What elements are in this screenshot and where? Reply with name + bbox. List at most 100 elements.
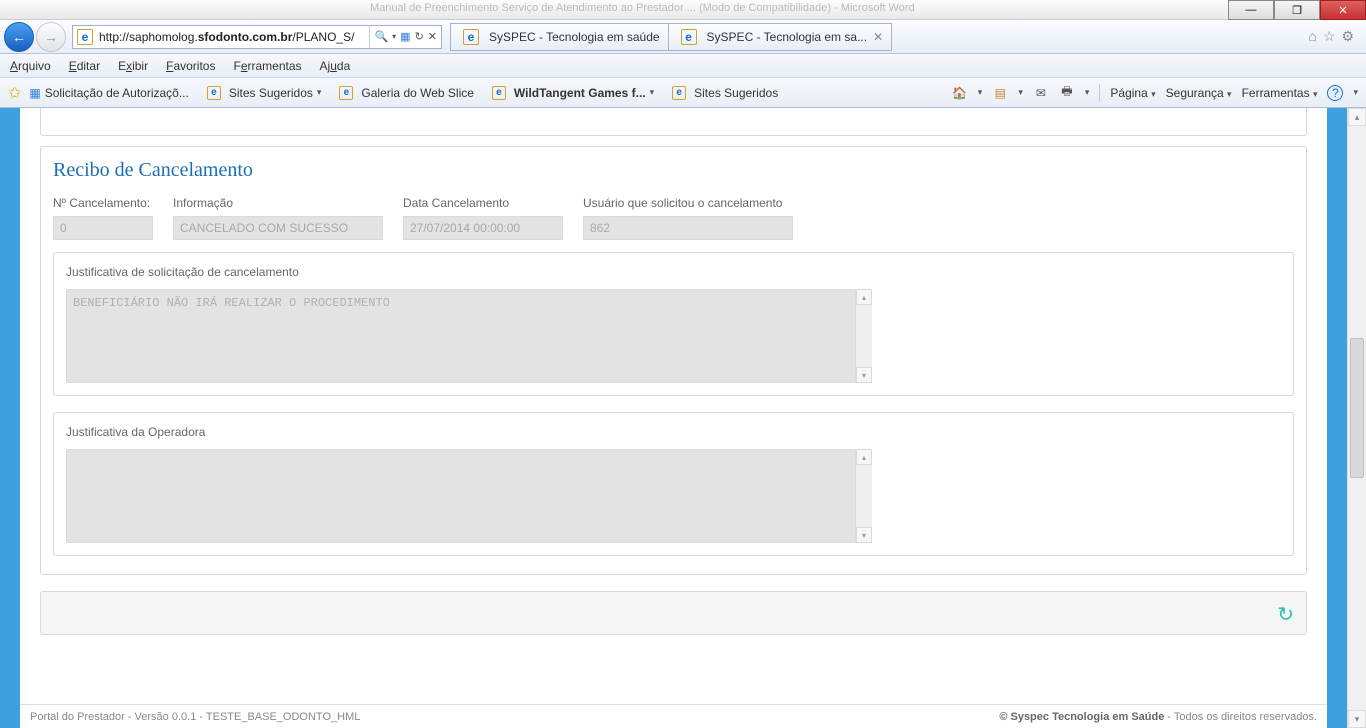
ie-icon: e bbox=[492, 86, 506, 100]
tab-title: SySPEC - Tecnologia em saúde bbox=[489, 30, 660, 44]
address-tools: 🔍 ▾ ▦ ↻ ✕ bbox=[369, 26, 441, 48]
cmd-pagina[interactable]: Página ▾ bbox=[1110, 86, 1155, 100]
page-icon: ▦ bbox=[29, 86, 40, 100]
menu-ferramentas[interactable]: Ferramentas bbox=[233, 59, 301, 73]
field-no-cancelamento: Nº Cancelamento: 0 bbox=[53, 196, 153, 240]
forward-button[interactable]: → bbox=[36, 22, 66, 52]
chevron-down-icon[interactable]: ▾ bbox=[650, 87, 655, 98]
just1-label: Justificativa de solicitação de cancelam… bbox=[66, 265, 1281, 279]
ie-icon: e bbox=[339, 86, 353, 100]
menu-favoritos[interactable]: Favoritos bbox=[166, 59, 215, 73]
background-window-title: Manual de Preenchimento Serviço de Atend… bbox=[370, 2, 915, 14]
menu-exibir[interactable]: Exibir bbox=[118, 59, 148, 73]
ie-icon: e bbox=[463, 29, 479, 45]
content-viewport: Recibo de Cancelamento Nº Cancelamento: … bbox=[0, 108, 1366, 728]
favorites-star-icon[interactable]: ☆ bbox=[1323, 28, 1336, 45]
justificativa-solicitacao-panel: Justificativa de solicitação de cancelam… bbox=[53, 252, 1294, 396]
scroll-thumb[interactable] bbox=[1350, 338, 1364, 478]
menu-bar: Arquivo Editar Exibir Favoritos Ferramen… bbox=[0, 54, 1366, 78]
tab-strip: e SySPEC - Tecnologia em saúde e SySPEC … bbox=[450, 23, 891, 51]
action-bar: ↻ bbox=[40, 591, 1307, 635]
fav-link-3[interactable]: e Galeria do Web Slice bbox=[335, 86, 474, 100]
tab-2[interactable]: e SySPEC - Tecnologia em sa... ✕ bbox=[668, 23, 893, 51]
ie-icon: e bbox=[672, 86, 686, 100]
fav-link-2[interactable]: e Sites Sugeridos ▾ bbox=[203, 86, 322, 100]
favorites-bar: ✩ ▦ Solicitação de Autorizaçõ... e Sites… bbox=[0, 78, 1366, 108]
close-button[interactable]: ✕ bbox=[1320, 0, 1366, 20]
chrome-toolbar-icons: ⌂ ☆ ⚙ bbox=[1308, 28, 1362, 45]
scroll-up-icon[interactable]: ▴ bbox=[1348, 108, 1366, 126]
just1-textarea-wrap: BENEFICIÁRIO NÃO IRÁ REALIZAR O PROCEDIM… bbox=[66, 289, 872, 383]
help-icon[interactable]: ? bbox=[1327, 85, 1343, 101]
home-icon[interactable]: 🏠 bbox=[952, 85, 968, 101]
page-body: Recibo de Cancelamento Nº Cancelamento: … bbox=[20, 108, 1327, 728]
tab-close-icon[interactable]: ✕ bbox=[873, 30, 883, 44]
just2-textarea-wrap: ▴ ▾ bbox=[66, 449, 872, 543]
field-data-cancelamento: Data Cancelamento 27/07/2014 00:00:00 bbox=[403, 196, 563, 240]
fav-link-4[interactable]: e WildTangent Games f... ▾ bbox=[488, 86, 654, 100]
refresh-icon[interactable]: ↻ bbox=[415, 30, 424, 43]
chevron-down-icon[interactable]: ▾ bbox=[392, 32, 396, 41]
fields-row: Nº Cancelamento: 0 Informação CANCELADO … bbox=[53, 196, 1294, 240]
rss-icon[interactable]: ▤ bbox=[992, 85, 1008, 101]
usuario-input: 862 bbox=[583, 216, 793, 240]
ie-icon: e bbox=[681, 29, 697, 45]
cmd-seguranca[interactable]: Segurança ▾ bbox=[1166, 86, 1232, 100]
recibo-panel: Recibo de Cancelamento Nº Cancelamento: … bbox=[40, 146, 1307, 575]
menu-editar[interactable]: Editar bbox=[69, 59, 100, 73]
search-icon[interactable]: 🔍 bbox=[374, 30, 388, 43]
informacao-input: CANCELADO COM SUCESSO bbox=[173, 216, 383, 240]
field-usuario: Usuário que solicitou o cancelamento 862 bbox=[583, 196, 793, 240]
scroll-up-icon[interactable]: ▴ bbox=[856, 449, 872, 465]
window-controls: — ❐ ✕ bbox=[1228, 0, 1366, 20]
field-informacao: Informação CANCELADO COM SUCESSO bbox=[173, 196, 383, 240]
just2-label: Justificativa da Operadora bbox=[66, 425, 1281, 439]
minimize-button[interactable]: — bbox=[1228, 0, 1274, 20]
window-titlebar: Manual de Preenchimento Serviço de Atend… bbox=[0, 0, 1366, 20]
mail-icon[interactable]: ✉ bbox=[1033, 85, 1049, 101]
scroll-down-icon[interactable]: ▾ bbox=[856, 527, 872, 543]
scroll-down-icon[interactable]: ▾ bbox=[1348, 710, 1366, 728]
menu-ajuda[interactable]: Ajuda bbox=[320, 59, 351, 73]
maximize-button[interactable]: ❐ bbox=[1274, 0, 1320, 20]
footer-left: Portal do Prestador - Versão 0.0.1 - TES… bbox=[30, 711, 360, 723]
url-text[interactable]: http://saphomolog.sfodonto.com.br/PLANO_… bbox=[97, 30, 369, 44]
tools-gear-icon[interactable]: ⚙ bbox=[1341, 28, 1354, 45]
address-bar[interactable]: e http://saphomolog.sfodonto.com.br/PLAN… bbox=[72, 25, 442, 49]
home-icon[interactable]: ⌂ bbox=[1308, 28, 1316, 45]
refresh-action-icon[interactable]: ↻ bbox=[1277, 602, 1294, 627]
ie-icon: e bbox=[207, 86, 221, 100]
print-icon[interactable]: 🖶 bbox=[1059, 85, 1075, 101]
no-cancelamento-input: 0 bbox=[53, 216, 153, 240]
prev-panel-bottom bbox=[40, 108, 1307, 136]
scroll-down-icon[interactable]: ▾ bbox=[856, 367, 872, 383]
chevron-down-icon[interactable]: ▾ bbox=[317, 87, 322, 98]
fav-link-5[interactable]: e Sites Sugeridos bbox=[668, 86, 778, 100]
cmd-ferramentas[interactable]: Ferramentas ▾ bbox=[1242, 86, 1318, 100]
page-footer: Portal do Prestador - Versão 0.0.1 - TES… bbox=[20, 704, 1327, 728]
separator bbox=[1099, 84, 1100, 102]
fav-link-1[interactable]: ▦ Solicitação de Autorizaçõ... bbox=[29, 86, 188, 100]
tab-1[interactable]: e SySPEC - Tecnologia em saúde bbox=[450, 23, 669, 51]
ie-icon: e bbox=[77, 29, 93, 45]
textarea-scrollbar[interactable]: ▴ ▾ bbox=[855, 289, 872, 383]
panel-title: Recibo de Cancelamento bbox=[53, 159, 1294, 182]
decor-stripe-right bbox=[1327, 108, 1347, 728]
just1-textarea[interactable]: BENEFICIÁRIO NÃO IRÁ REALIZAR O PROCEDIM… bbox=[66, 289, 872, 383]
menu-arquivo[interactable]: Arquivo bbox=[10, 59, 51, 73]
page-scrollbar[interactable]: ▴ ▾ bbox=[1347, 108, 1366, 728]
command-bar: 🏠▾ ▤▾ ✉ 🖶▾ Página ▾ Segurança ▾ Ferramen… bbox=[952, 84, 1358, 102]
add-favorite-icon[interactable]: ✩ bbox=[8, 83, 21, 103]
data-cancelamento-input: 27/07/2014 00:00:00 bbox=[403, 216, 563, 240]
stop-icon[interactable]: ✕ bbox=[428, 30, 437, 43]
browser-nav-bar: ← → e http://saphomolog.sfodonto.com.br/… bbox=[0, 20, 1366, 54]
compat-icon[interactable]: ▦ bbox=[400, 30, 410, 43]
footer-right: © Syspec Tecnologia em Saúde - Todos os … bbox=[999, 711, 1317, 723]
justificativa-operadora-panel: Justificativa da Operadora ▴ ▾ bbox=[53, 412, 1294, 556]
decor-stripe-left bbox=[0, 108, 20, 728]
just2-textarea[interactable] bbox=[66, 449, 872, 543]
textarea-scrollbar[interactable]: ▴ ▾ bbox=[855, 449, 872, 543]
scroll-up-icon[interactable]: ▴ bbox=[856, 289, 872, 305]
tab-title: SySPEC - Tecnologia em sa... bbox=[707, 30, 868, 44]
back-button[interactable]: ← bbox=[4, 22, 34, 52]
